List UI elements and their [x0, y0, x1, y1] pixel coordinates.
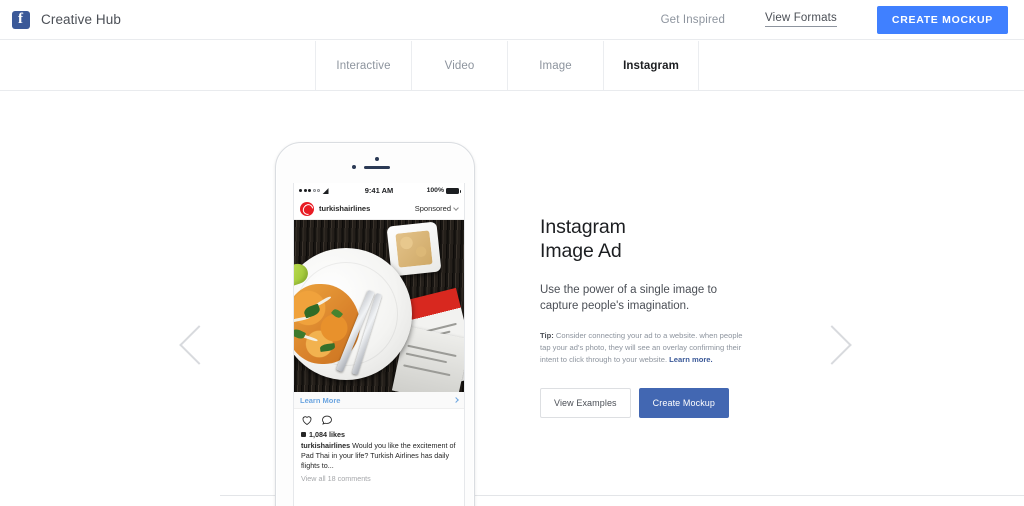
post-header: turkishairlines Sponsored — [294, 198, 464, 220]
phone-screen: ◢ 9:41 AM 100% turkishairlines Sponsored — [293, 183, 465, 506]
heart-icon[interactable] — [301, 414, 313, 426]
brand[interactable]: Creative Hub — [12, 10, 121, 29]
chevron-right-icon — [453, 397, 459, 403]
learn-more-label: Learn More — [300, 395, 341, 405]
status-bar-time: 9:41 AM — [364, 186, 394, 195]
title-line-1: Instagram — [540, 216, 626, 238]
top-nav: Get Inspired View Formats CREATE MOCKUP — [661, 5, 1008, 34]
tab-instagram[interactable]: Instagram — [603, 41, 699, 90]
comment-icon[interactable] — [321, 414, 333, 426]
post-actions — [294, 409, 464, 430]
view-all-comments[interactable]: View all 18 comments — [301, 474, 457, 483]
format-details-panel: Instagram Image Ad Use the power of a si… — [540, 216, 780, 418]
view-examples-button[interactable]: View Examples — [540, 387, 631, 418]
caption-author[interactable]: turkishairlines — [301, 441, 350, 450]
learn-more-link[interactable]: Learn more. — [669, 355, 712, 364]
like-count: 1,084 likes — [301, 430, 457, 439]
post-meta: 1,084 likes turkishairlines Would you li… — [294, 430, 464, 483]
tab-video[interactable]: Video — [411, 41, 507, 90]
brand-name: Creative Hub — [41, 12, 121, 27]
format-tabs: Interactive Video Image Instagram — [0, 41, 1024, 91]
facebook-logo-icon — [12, 10, 30, 29]
chevron-left-icon[interactable] — [183, 319, 209, 371]
likes-marker-icon — [301, 432, 306, 437]
ad-photo[interactable] — [294, 220, 464, 392]
sponsored-label: Sponsored — [414, 204, 459, 213]
ios-status-bar: ◢ 9:41 AM 100% — [294, 183, 464, 198]
tab-interactive[interactable]: Interactive — [315, 41, 411, 90]
tip-label: Tip: — [540, 331, 554, 341]
nav-get-inspired[interactable]: Get Inspired — [661, 14, 725, 26]
turkish-airlines-avatar[interactable] — [300, 201, 314, 216]
nav-view-formats[interactable]: View Formats — [765, 12, 837, 27]
battery-full-icon — [446, 187, 461, 194]
earpiece-speaker — [364, 166, 390, 169]
panel-actions: View Examples Create Mockup — [540, 387, 780, 418]
format-tip: Tip: Consider connecting your ad to a we… — [540, 330, 747, 365]
front-camera-icon — [375, 157, 379, 161]
post-caption: turkishairlines Would you like the excit… — [301, 441, 457, 472]
chevron-right-icon[interactable] — [818, 319, 844, 371]
post-username[interactable]: turkishairlines — [319, 204, 370, 213]
page-title: Instagram Image Ad — [540, 216, 780, 264]
title-line-2: Image Ad — [540, 239, 622, 262]
peanut-bowl — [386, 221, 442, 277]
proximity-sensor-icon — [352, 165, 356, 169]
like-count-text: 1,084 likes — [309, 430, 345, 439]
chevron-down-icon[interactable] — [453, 204, 459, 211]
phone-mockup: ◢ 9:41 AM 100% turkishairlines Sponsored — [275, 142, 475, 506]
create-mockup-button[interactable]: CREATE MOCKUP — [876, 5, 1008, 34]
format-showcase: ◢ 9:41 AM 100% turkishairlines Sponsored — [0, 92, 1024, 506]
tab-image[interactable]: Image — [507, 41, 603, 90]
create-mockup-button-panel[interactable]: Create Mockup — [638, 387, 729, 418]
sponsored-text: Sponsored — [414, 204, 451, 213]
top-header: Creative Hub Get Inspired View Formats C… — [0, 0, 1024, 40]
format-subtitle: Use the power of a single image to captu… — [540, 283, 718, 312]
learn-more-cta[interactable]: Learn More — [294, 392, 464, 409]
